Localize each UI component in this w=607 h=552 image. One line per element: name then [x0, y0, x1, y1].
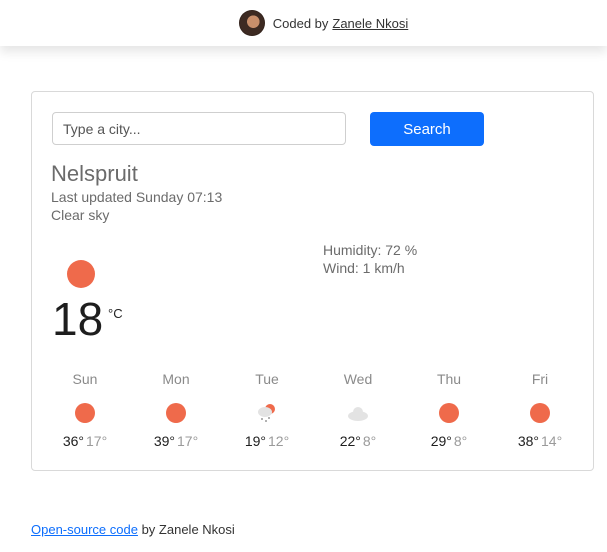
temperature-unit: °C — [108, 306, 123, 321]
forecast-day: Thu 29° 8° — [409, 371, 489, 449]
forecast-max: 29° — [430, 433, 452, 449]
last-updated: Last updated Sunday 07:13 — [51, 189, 223, 205]
forecast-day-name: Fri — [531, 371, 549, 387]
search-button[interactable]: Search — [370, 112, 484, 146]
forecast-temps: 39° 17° — [136, 433, 216, 449]
forecast-temps: 19° 12° — [227, 433, 307, 449]
forecast-min: 14° — [541, 433, 563, 449]
forecast-day: Mon 39° 17° — [136, 371, 216, 449]
sun-icon — [166, 403, 186, 423]
forecast-day-name: Sun — [72, 371, 98, 387]
current-temperature: 18 — [52, 293, 104, 345]
city-name: Nelspruit — [51, 161, 138, 186]
forecast-min: 8° — [362, 433, 377, 449]
forecast-temps: 36° 17° — [45, 433, 125, 449]
forecast-day: Tue 19° 12° — [227, 371, 307, 449]
forecast-day: Sun 36° 17° — [45, 371, 125, 449]
footer: Open-source code by Zanele Nkosi — [31, 522, 235, 537]
open-source-link[interactable]: Open-source code — [31, 522, 138, 537]
author-link[interactable]: Zanele Nkosi — [332, 16, 408, 31]
avatar — [238, 10, 265, 36]
forecast-day-name: Thu — [436, 371, 462, 387]
forecast-min: 12° — [268, 433, 290, 449]
forecast-day-name: Wed — [343, 371, 373, 387]
weather-description: Clear sky — [51, 207, 110, 223]
forecast-max: 38° — [517, 433, 539, 449]
cloud-icon — [348, 407, 368, 421]
forecast-min: 8° — [453, 433, 468, 449]
forecast-day-name: Mon — [162, 371, 190, 387]
wind: Wind: 1 km/h — [323, 260, 405, 276]
forecast-min: 17° — [86, 433, 108, 449]
coded-by: Coded by Zanele Nkosi — [238, 10, 408, 36]
city-search-input[interactable] — [52, 112, 346, 145]
sun-icon — [439, 403, 459, 423]
top-bar: Coded by Zanele Nkosi — [0, 0, 607, 46]
coded-by-label: Coded by — [272, 15, 329, 31]
sun-icon — [530, 403, 550, 423]
humidity: Humidity: 72 % — [323, 242, 418, 258]
forecast-day: Wed 22° 8° — [318, 371, 398, 449]
forecast-max: 36° — [62, 433, 84, 449]
sun-icon — [75, 403, 95, 423]
forecast-day-name: Tue — [255, 371, 279, 387]
forecast-temps: 29° 8° — [409, 433, 489, 449]
forecast-temps: 22° 8° — [318, 433, 398, 449]
sun-icon — [67, 260, 95, 288]
forecast-temps: 38° 14° — [500, 433, 580, 449]
forecast-min: 17° — [177, 433, 199, 449]
forecast-day: Fri 38° 14° — [500, 371, 580, 449]
rain-sun-icon — [258, 404, 275, 422]
forecast-max: 22° — [339, 433, 361, 449]
weather-card: Search Nelspruit Last updated Sunday 07:… — [31, 91, 594, 471]
forecast-max: 39° — [153, 433, 175, 449]
forecast-max: 19° — [244, 433, 266, 449]
footer-suffix: by Zanele Nkosi — [141, 522, 235, 537]
